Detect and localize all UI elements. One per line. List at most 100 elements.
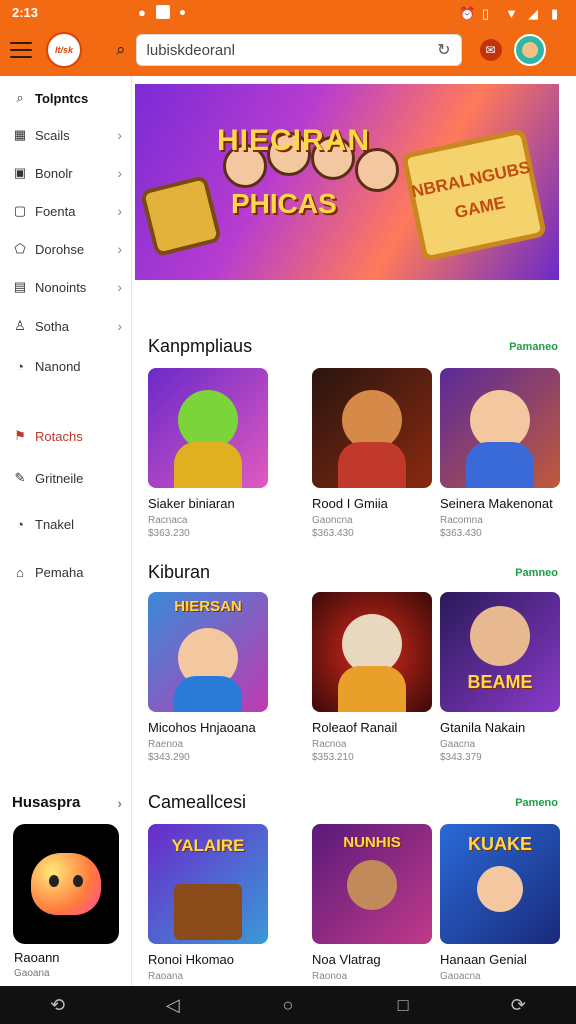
game-card[interactable]: NUNHIS Noa Vlatrag Raonoa [312, 824, 432, 982]
game-card-image: BEAME [440, 592, 560, 712]
store-icon: ⌂ [16, 564, 24, 580]
hero-title-line2: PHICAS [231, 188, 337, 219]
character-art [342, 614, 402, 674]
game-card-sub: Gaacna [440, 739, 476, 750]
chevron-right-icon: › [117, 318, 122, 334]
sidebar-item-7[interactable]: ◔ Nanond [12, 354, 122, 378]
back-icon[interactable]: ◁ [158, 995, 188, 1016]
sidebar-item-label: Rotachs [35, 428, 83, 444]
sidebar-item-label: Dorohse [35, 241, 85, 257]
sidebar-item-11[interactable]: ⌂ Pemaha [12, 560, 122, 584]
game-card[interactable]: HIERSAN Micohos Hnjaoana Raenoa $343.290 [148, 592, 268, 763]
card-art-text: NUNHIS [343, 834, 401, 851]
sidebar-item-3[interactable]: ▢ Foenta › [12, 199, 122, 223]
section-title: Kiburan [148, 562, 211, 582]
shape-icon: ⬠ [14, 241, 26, 256]
game-card-image [312, 592, 432, 712]
sidebar-game-card-image[interactable] [13, 824, 119, 944]
search-icon[interactable]: ⌕ [116, 40, 126, 60]
section-more-link[interactable]: Pamaneo [509, 341, 558, 353]
status-bar: 2:13 ● ⏰ ▯ ▼ ◢ ▮ [0, 0, 576, 24]
sidebar-card-sub: Gaoana [14, 968, 50, 979]
character-body-art [174, 676, 242, 712]
sidebar-item-label: Foenta [35, 203, 76, 219]
sidebar-item-5[interactable]: ▤ Nonoints › [12, 275, 122, 299]
pencil-icon: ✎ [14, 470, 26, 485]
notification-dot-icon: ● [138, 4, 146, 20]
sidebar-item-10[interactable]: ◔ Tnakel [12, 512, 122, 536]
game-card-price: $343.290 [148, 752, 190, 763]
sidebar-card-title: Raoann [14, 950, 60, 965]
sidebar-section-title[interactable]: Husaspra › [12, 794, 122, 811]
game-card-image [440, 368, 560, 488]
card-art-text: YALAIRE [171, 836, 245, 855]
character-art [470, 606, 530, 666]
user-avatar[interactable] [513, 34, 546, 66]
character-art [470, 390, 530, 450]
game-card-price: $363.430 [312, 528, 354, 539]
game-card-price: $363.430 [440, 528, 482, 539]
doc-icon: ▤ [13, 279, 27, 294]
game-card[interactable]: Rood I Gmiia Gaoncna $363.430 [312, 368, 432, 539]
app-bar: lt/sk ⌕ lubiskdeoranl ↻ ✉ [0, 24, 576, 76]
game-card[interactable]: Seinera Makenonat Racomna $363.430 [440, 368, 560, 539]
character-art [477, 866, 523, 912]
document-icon: ▢ [13, 203, 27, 218]
recents-icon[interactable]: □ [388, 995, 418, 1016]
flag-icon: ⚑ [14, 428, 26, 443]
notification-icons: ● [138, 5, 185, 20]
game-card-price: $363.230 [148, 528, 190, 539]
box-icon: ▣ [13, 165, 27, 180]
vibrate-icon: ▯ [482, 5, 490, 21]
game-card[interactable]: Siaker biniaran Racnaca $363.230 [148, 368, 268, 539]
chevron-right-icon: › [117, 127, 122, 143]
sidebar-item-1[interactable]: ▦ Scails › [12, 123, 122, 147]
assist-icon[interactable]: ⟳ [503, 995, 533, 1016]
game-card-title: Noa Vlatrag [312, 952, 381, 967]
chevron-right-icon: › [117, 241, 122, 257]
home-icon[interactable]: ○ [273, 995, 303, 1016]
game-card-sub: Racnaca [148, 515, 188, 526]
voice-search-icon[interactable]: ↻ [437, 40, 450, 60]
sidebar-section-label: Husaspra [12, 794, 81, 811]
section-more-link[interactable]: Pamneo [515, 567, 558, 579]
section-more-link[interactable]: Pameno [515, 797, 558, 809]
search-input[interactable]: lubiskdeoranl ↻ [135, 34, 462, 66]
game-card-image [312, 368, 432, 488]
hamburger-menu-icon[interactable] [10, 42, 32, 58]
notification-app-icon [155, 5, 170, 19]
system-icons: ⏰ ▯ ▼ ◢ ▮ [459, 5, 564, 21]
game-card-title: Ronoi Hkomao [148, 952, 234, 967]
wifi-icon: ▼ [505, 5, 518, 21]
game-card[interactable]: BEAME Gtanila Nakain Gaacna $343.379 [440, 592, 560, 763]
section-header: Cameallcesi Pameno [148, 792, 558, 813]
card-art-text: KUAKE [467, 834, 532, 854]
app-logo[interactable]: lt/sk [46, 32, 82, 68]
game-card[interactable]: KUAKE Hanaan Genial Gaoacna [440, 824, 560, 982]
sidebar-item-label: Nanond [35, 358, 81, 374]
character-body-art [466, 442, 534, 488]
sidebar-item-6[interactable]: ♙ Sotha › [12, 314, 122, 338]
app-root: { "status_bar": { "time": "2:13" }, "app… [0, 0, 576, 1024]
user-icon: ♙ [14, 318, 26, 333]
section-header: Kiburan Pamneo [148, 562, 558, 583]
rotate-icon[interactable]: ⟲ [43, 995, 73, 1016]
sidebar-item-label: Gritneile [35, 470, 84, 486]
sidebar-item-2[interactable]: ▣ Bonolr › [12, 161, 122, 185]
game-card-image: YALAIRE [148, 824, 268, 944]
game-card-sub: Racomna [440, 515, 483, 526]
sidebar-item-label: Tolpntcs [35, 90, 89, 106]
hero-title-line1: HIECIRAN [217, 124, 371, 157]
sidebar-item-9[interactable]: ✎ Gritneile [12, 466, 122, 490]
sidebar-item-4[interactable]: ⬠ Dorohse › [12, 237, 122, 261]
hero-banner[interactable]: HIECIRAN PHICAS NBRALNGUBS GAME [135, 84, 559, 280]
sidebar-item-8[interactable]: ⚑ Rotachs [12, 424, 122, 448]
clock-icon: ◔ [16, 516, 24, 532]
notification-bell-icon[interactable]: ✉ [479, 39, 502, 61]
game-card[interactable]: YALAIRE Ronoi Hkomao Raoana [148, 824, 268, 982]
game-card-title: Rood I Gmiia [312, 496, 388, 511]
sidebar-item-label: Sotha [35, 318, 69, 334]
game-card[interactable]: Roleaof Ranail Racnoa $353.210 [312, 592, 432, 763]
sidebar-item-0[interactable]: ⌕ Tolpntcs [12, 86, 122, 110]
game-card-sub: Raoana [148, 971, 184, 982]
